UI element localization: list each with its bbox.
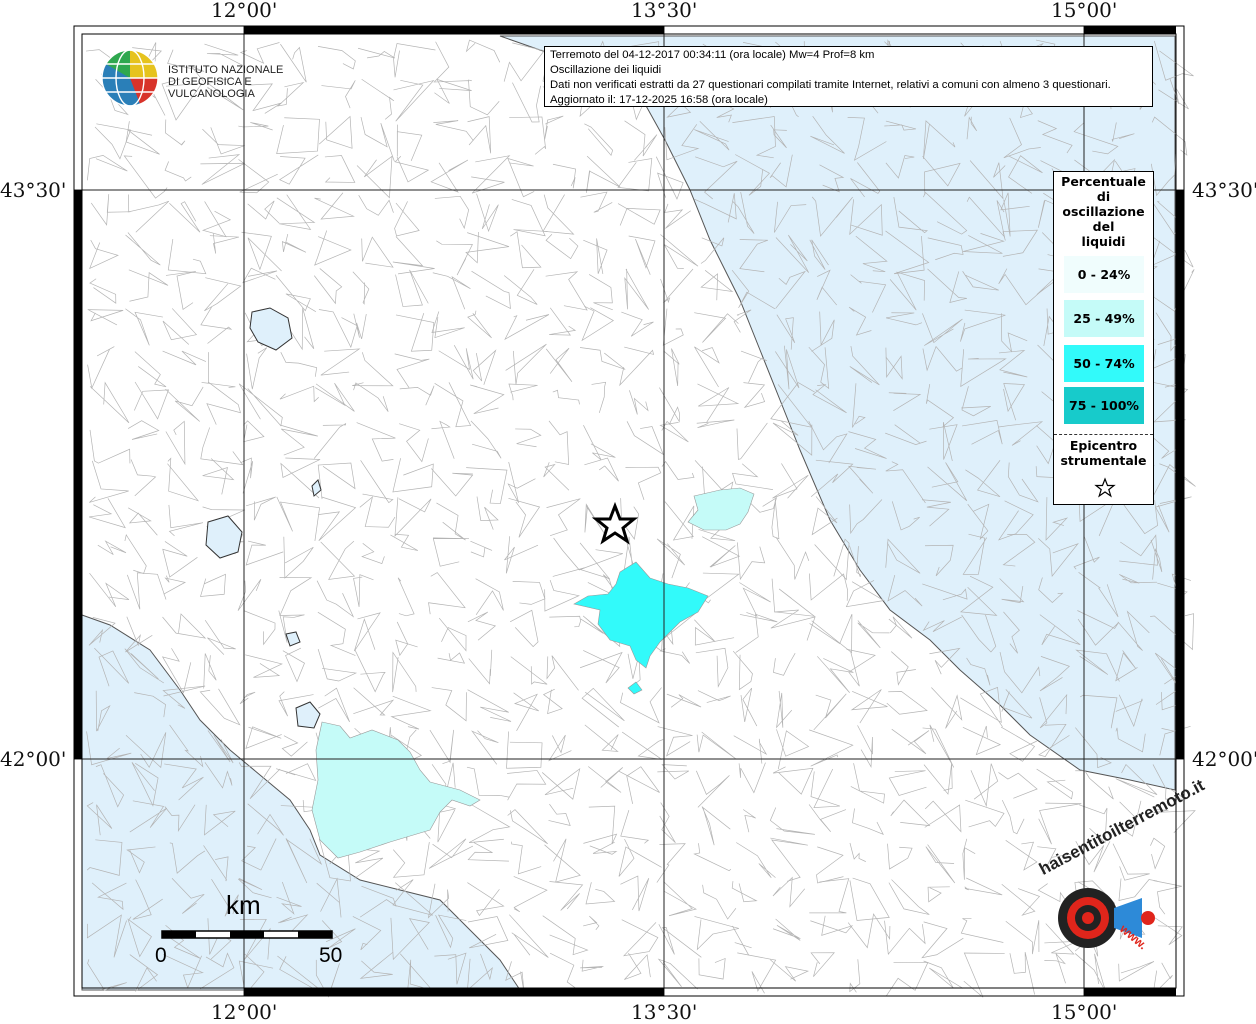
lat-label-left-2: 42°00' (0, 747, 67, 771)
logo-line-1: ISTITUTO NAZIONALE (168, 64, 284, 76)
legend-separator (1054, 434, 1153, 435)
legend-title-line: del (1092, 219, 1115, 234)
scale-min: 0 (155, 944, 167, 967)
lon-label-bottom-3: 15°00' (1051, 1000, 1118, 1024)
lat-label-left-1: 43°30' (0, 178, 67, 202)
legend-class-75-100: 75 - 100% (1064, 387, 1144, 424)
logo-line-2: DI GEOFISICA E VULCANOLOGIA (168, 76, 255, 100)
target-icon (1058, 888, 1155, 948)
legend-title: Percentuale di oscillazione del liquidi (1054, 174, 1153, 249)
legend-epicenter-line: Epicentro (1069, 438, 1138, 453)
legend-epicenter: Epicentro strumentale (1054, 438, 1153, 468)
legend-title-line: Percentuale (1061, 174, 1146, 189)
lon-label-bottom-1: 12°00' (211, 1000, 278, 1024)
map-subject: Oscillazione dei liquidi (550, 64, 662, 76)
event-info-box: Terremoto del 04-12-2017 00:34:11 (ora l… (544, 46, 1153, 107)
lon-label-bottom-2: 13°30' (631, 1000, 698, 1024)
legend-title-line: oscillazione (1062, 204, 1145, 219)
lon-label-top-1: 12°00' (211, 0, 278, 22)
legend-panel: Percentuale di oscillazione del liquidi … (1053, 171, 1154, 505)
ingv-logo: ISTITUTO NAZIONALE DI GEOFISICA E VULCAN… (100, 48, 310, 108)
legend-class-0-24: 0 - 24% (1064, 256, 1144, 293)
update-timestamp: Aggiornato il: 17-12-2025 16:58 (ora loc… (550, 94, 768, 106)
globe-icon (101, 49, 159, 107)
lat-label-right-2: 42°00' (1192, 747, 1256, 771)
star-icon (1094, 477, 1116, 498)
scale-bar (161, 930, 333, 939)
lon-label-top-2: 13°30' (631, 0, 698, 22)
hsit-watermark: haisentitoilterremoto.it www. (1030, 776, 1208, 980)
legend-class-50-74: 50 - 74% (1064, 345, 1144, 382)
legend-title-line: di (1096, 189, 1111, 204)
legend-epicenter-line: strumentale (1060, 453, 1147, 468)
event-title: Terremoto del 04-12-2017 00:34:11 (ora l… (550, 49, 875, 61)
scale-unit: km (226, 890, 261, 920)
legend-title-line: liquidi (1081, 234, 1126, 249)
lat-label-right-1: 43°30' (1192, 178, 1256, 202)
legend-class-25-49: 25 - 49% (1064, 300, 1144, 337)
data-note: Dati non verificati estratti da 27 quest… (550, 79, 1111, 91)
lon-label-top-3: 15°00' (1051, 0, 1118, 22)
scale-max: 50 (319, 944, 343, 967)
